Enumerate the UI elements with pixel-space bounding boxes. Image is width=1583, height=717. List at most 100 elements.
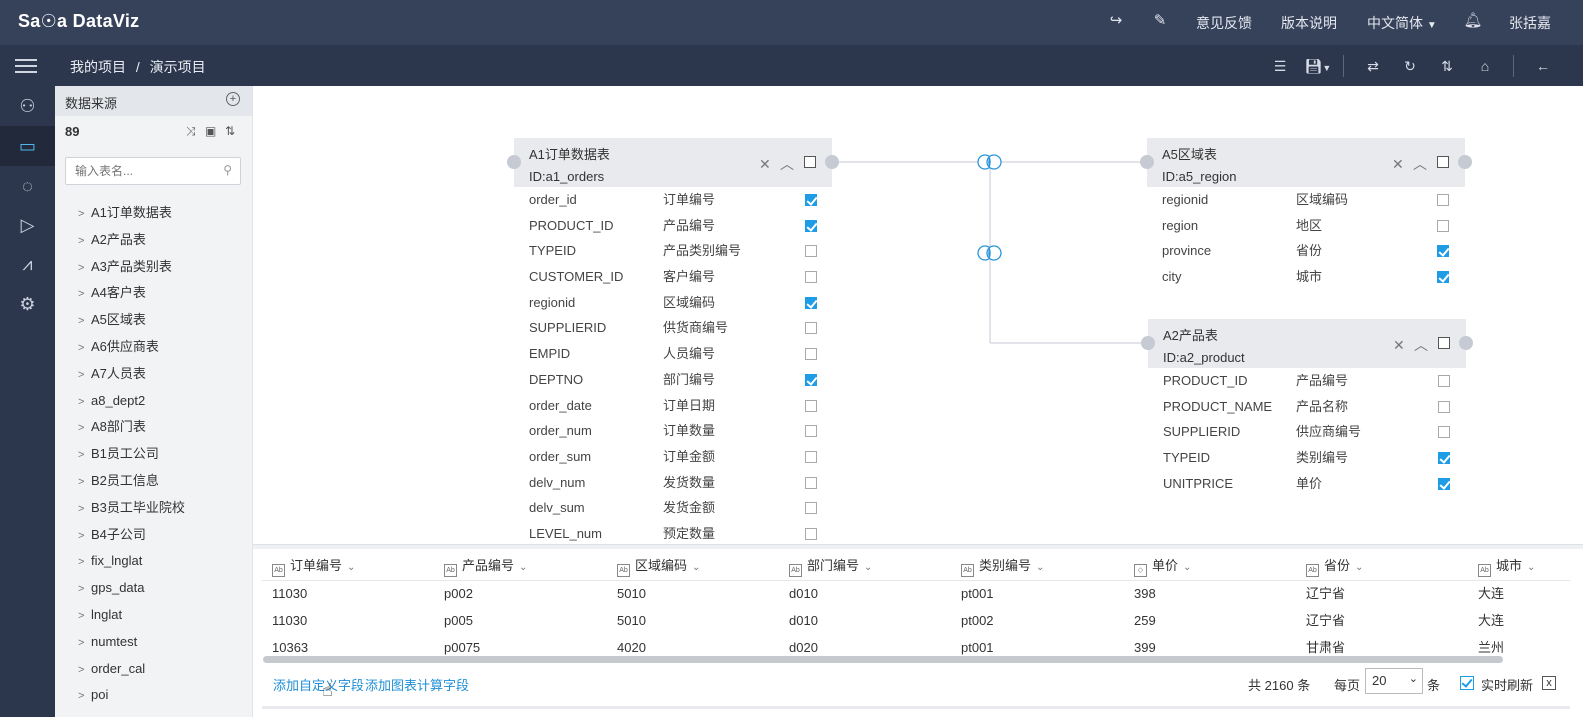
list-icon[interactable]: ☰ — [1270, 56, 1290, 76]
chevron-down-icon[interactable]: ⌄ — [1527, 562, 1535, 573]
field-checkbox[interactable] — [1437, 245, 1449, 258]
field-checkbox[interactable] — [1438, 426, 1450, 439]
field-row[interactable]: PRODUCT_NAME 产品名称 — [1148, 394, 1466, 420]
field-checkbox[interactable] — [1437, 194, 1449, 206]
tree-item[interactable]: > fix_lnglat — [55, 548, 252, 575]
shuffle-icon[interactable]: ⤨ — [186, 124, 196, 139]
field-row[interactable]: LEVEL_num 预定数量 — [514, 521, 832, 544]
field-checkbox[interactable] — [1438, 477, 1450, 490]
field-row[interactable]: DEPTNO 部门编号 — [514, 367, 832, 393]
tree-item[interactable]: > A1订单数据表 — [55, 200, 252, 227]
field-checkbox[interactable] — [1438, 400, 1450, 413]
field-checkbox[interactable] — [805, 194, 817, 206]
breadcrumb-root[interactable]: 我的项目 — [70, 59, 126, 75]
refresh-icon[interactable]: ↻ — [1400, 56, 1420, 76]
select-all-checkbox[interactable] — [804, 156, 816, 168]
connector-node[interactable] — [1141, 336, 1155, 350]
chevron-down-icon[interactable]: ⌄ — [1355, 562, 1363, 573]
close-icon[interactable]: ✕ — [1393, 334, 1405, 356]
field-checkbox[interactable] — [805, 271, 817, 284]
connector-node[interactable] — [825, 155, 839, 169]
page-size-select[interactable]: 20 ⌄ — [1365, 668, 1423, 694]
collapse-icon[interactable]: ︿ — [1413, 153, 1427, 175]
field-checkbox[interactable] — [1438, 375, 1450, 387]
monitor-icon[interactable]: ▭ — [0, 126, 55, 166]
tree-item[interactable]: > order_cal — [55, 656, 252, 683]
tree-item[interactable]: > A2产品表 — [55, 227, 252, 254]
field-checkbox[interactable] — [805, 527, 817, 540]
tree-item[interactable]: > B4子公司 — [55, 522, 252, 549]
join-icon[interactable] — [977, 245, 1002, 261]
field-checkbox[interactable] — [1438, 452, 1450, 465]
field-row[interactable]: EMPID 人员编号 — [514, 341, 832, 367]
feedback-link[interactable]: 意见反馈 — [1196, 13, 1252, 33]
chevron-down-icon[interactable]: ⌄ — [864, 562, 872, 573]
table-row[interactable]: 11030 p005 5010 d010 pt002 259 辽宁省 大连 — [262, 607, 1570, 634]
field-checkbox[interactable] — [805, 322, 817, 335]
column-header[interactable]: Ab 订单编号 ⌄ — [272, 551, 355, 580]
realtime-refresh-checkbox[interactable] — [1460, 676, 1474, 690]
close-icon[interactable]: ✕ — [1392, 153, 1404, 175]
field-row[interactable]: SUPPLIERID 供应商编号 — [1148, 419, 1466, 445]
field-checkbox[interactable] — [805, 502, 817, 515]
chevron-down-icon[interactable]: ⌄ — [1183, 562, 1191, 573]
field-row[interactable]: PRODUCT_ID 产品编号 — [514, 213, 832, 239]
column-header[interactable]: Ab 城市 ⌄ — [1478, 551, 1535, 580]
search-icon[interactable]: ⚲ — [223, 163, 232, 177]
field-checkbox[interactable] — [805, 296, 817, 309]
add-chart-calc-field-link[interactable]: 添加图表计算字段 — [365, 675, 469, 694]
field-checkbox[interactable] — [805, 425, 817, 438]
tag-icon[interactable]: ⌂ — [1475, 56, 1495, 76]
cycle-icon[interactable]: ◌ — [0, 166, 55, 206]
chevron-down-icon[interactable]: ⌄ — [1036, 562, 1044, 573]
chevron-down-icon[interactable]: ⌄ — [692, 562, 700, 573]
field-checkbox[interactable] — [805, 348, 817, 361]
share-icon[interactable]: ↪ — [1106, 11, 1126, 31]
chart-icon[interactable]: ⩘ — [0, 244, 55, 284]
gear-icon[interactable]: ⚙ — [0, 284, 55, 324]
resize-splitter[interactable] — [253, 544, 1583, 549]
version-notes-link[interactable]: 版本说明 — [1281, 13, 1337, 33]
field-row[interactable]: CUSTOMER_ID 客户编号 — [514, 264, 832, 290]
search-input[interactable] — [66, 158, 216, 184]
column-header[interactable]: Ab 类别编号 ⌄ — [961, 551, 1044, 580]
tree-item[interactable]: > lnglat — [55, 602, 252, 629]
field-row[interactable]: regionid 区域编码 — [1147, 187, 1465, 213]
field-row[interactable]: PRODUCT_ID 产品编号 — [1148, 368, 1466, 394]
chevron-down-icon[interactable]: ⌄ — [347, 562, 355, 573]
connector-node[interactable] — [1458, 155, 1472, 169]
field-row[interactable]: regionid 区域编码 — [514, 290, 832, 316]
field-row[interactable]: delv_sum 发货金额 — [514, 495, 832, 521]
field-row[interactable]: city 城市 — [1147, 264, 1465, 290]
field-row[interactable]: delv_num 发货数量 — [514, 470, 832, 496]
table-card-region[interactable]: A5区域表 ID:a5_region ✕ ︿ regionid 区域编码 regio… — [1140, 138, 1472, 290]
field-row[interactable]: TYPEID 产品类别编号 — [514, 238, 832, 264]
field-row[interactable]: order_date 订单日期 — [514, 393, 832, 419]
field-checkbox[interactable] — [805, 450, 817, 463]
field-row[interactable]: order_id 订单编号 — [514, 187, 832, 213]
column-header[interactable]: Ab 省份 ⌄ — [1306, 551, 1363, 580]
tree-item[interactable]: > B3员工毕业院校 — [55, 495, 252, 522]
field-row[interactable]: UNITPRICE 单价 — [1148, 471, 1466, 497]
tree-item[interactable]: > B2员工信息 — [55, 468, 252, 495]
language-select[interactable]: 中文简体 ▼ — [1367, 13, 1437, 33]
tree-item[interactable]: > A6供应商表 — [55, 334, 252, 361]
tree-item[interactable]: > A3产品类别表 — [55, 254, 252, 281]
tree-item[interactable]: > gps_data — [55, 575, 252, 602]
close-icon[interactable]: ✕ — [759, 153, 771, 175]
horizontal-scrollbar[interactable] — [263, 656, 1503, 663]
add-source-icon[interactable]: + — [226, 92, 240, 106]
field-row[interactable]: order_sum 订单金额 — [514, 444, 832, 470]
tree-item[interactable]: > a8_dept2 — [55, 388, 252, 415]
select-all-checkbox[interactable] — [1437, 156, 1449, 168]
field-checkbox[interactable] — [805, 219, 817, 232]
tree-item[interactable]: > B1员工公司 — [55, 441, 252, 468]
table-card-product[interactable]: A2产品表 ID:a2_product ✕ ︿ PRODUCT_ID 产品编号 PR… — [1141, 319, 1473, 499]
user-icon[interactable]: ⚇ — [0, 86, 55, 126]
connector-node[interactable] — [1459, 336, 1473, 350]
field-checkbox[interactable] — [805, 476, 817, 489]
column-header[interactable]: ◇ 单价 ⌄ — [1134, 551, 1191, 580]
connector-node[interactable] — [1140, 155, 1154, 169]
collapse-icon[interactable]: ︿ — [780, 153, 794, 175]
field-checkbox[interactable] — [1437, 219, 1449, 232]
